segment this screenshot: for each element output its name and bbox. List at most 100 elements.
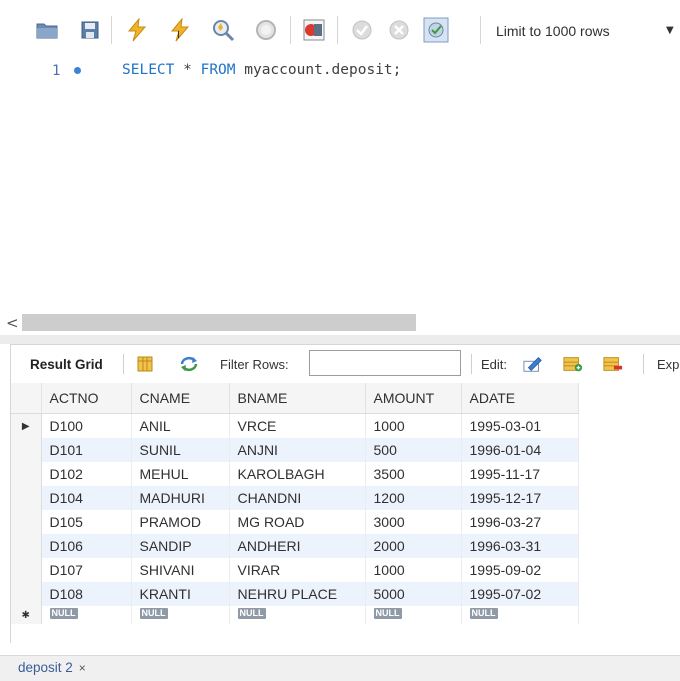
cell-actno[interactable]: D105	[41, 510, 132, 534]
new-row[interactable]: ✱ NULL NULL NULL NULL NULL	[11, 606, 579, 624]
scroll-left-icon[interactable]: <	[6, 314, 19, 332]
row-marker	[11, 462, 42, 486]
explain-icon[interactable]	[210, 17, 236, 43]
execute-current-icon[interactable]: I	[167, 17, 193, 43]
cell-bname[interactable]: VRCE	[229, 413, 366, 438]
cell-actno[interactable]: D104	[41, 486, 132, 510]
toggle-error-icon[interactable]	[301, 17, 327, 43]
scrollbar-thumb[interactable]	[22, 314, 416, 331]
table-row[interactable]: D102 MEHUL KAROLBAGH 3500 1995-11-17	[11, 462, 579, 486]
rollback-icon[interactable]	[386, 17, 412, 43]
cell-cname[interactable]: MADHURI	[131, 486, 230, 510]
commit-icon[interactable]	[349, 17, 375, 43]
limit-rows-select[interactable]: Limit to 1000 rows ▼	[488, 17, 678, 45]
cell-actno[interactable]: D107	[41, 558, 132, 582]
sql-star: *	[174, 62, 201, 78]
cell-bname[interactable]: CHANDNI	[229, 486, 366, 510]
cell-amount[interactable]: 3500	[365, 462, 462, 486]
cell-adate[interactable]: 1996-03-27	[461, 510, 579, 534]
table-row[interactable]: D108 KRANTI NEHRU PLACE 5000 1995-07-02	[11, 582, 579, 606]
column-header-adate[interactable]: ADATE	[461, 383, 579, 414]
add-row-icon[interactable]	[563, 355, 583, 373]
cell-bname[interactable]: MG ROAD	[229, 510, 366, 534]
cell-amount[interactable]: 5000	[365, 582, 462, 606]
cell-actno[interactable]: D100	[41, 413, 132, 438]
result-grid: ACTNO CNAME BNAME AMOUNT ADATE ▶ D100 AN…	[10, 383, 680, 643]
delete-row-icon[interactable]	[603, 355, 623, 373]
cell-adate[interactable]: 1995-09-02	[461, 558, 579, 582]
editor-horizontal-scrollbar[interactable]: <	[0, 311, 680, 333]
cell-amount[interactable]: 1000	[365, 558, 462, 582]
cell-amount[interactable]: 2000	[365, 534, 462, 558]
execute-icon[interactable]	[124, 17, 150, 43]
column-header-cname[interactable]: CNAME	[131, 383, 230, 414]
cell-adate[interactable]: 1995-07-02	[461, 582, 579, 606]
cell-bname[interactable]: ANDHERI	[229, 534, 366, 558]
cell-cname[interactable]: MEHUL	[131, 462, 230, 486]
export-label[interactable]: Exp	[657, 357, 679, 372]
cell-null[interactable]: NULL	[131, 606, 230, 624]
cell-adate[interactable]: 1995-03-01	[461, 413, 579, 438]
cell-cname[interactable]: ANIL	[131, 413, 230, 438]
cell-bname[interactable]: ANJNI	[229, 438, 366, 462]
table-row[interactable]: D101 SUNIL ANJNI 500 1996-01-04	[11, 438, 579, 462]
toolbar-separator	[480, 16, 481, 44]
cell-cname[interactable]: SANDIP	[131, 534, 230, 558]
cell-bname[interactable]: KAROLBAGH	[229, 462, 366, 486]
sql-editor[interactable]: 1 SELECT * FROM myaccount.deposit;	[0, 55, 680, 310]
result-grid-tab[interactable]: Result Grid	[30, 357, 103, 372]
stop-icon[interactable]	[253, 17, 279, 43]
cell-bname[interactable]: NEHRU PLACE	[229, 582, 366, 606]
save-icon[interactable]	[77, 17, 103, 43]
cell-bname[interactable]: VIRAR	[229, 558, 366, 582]
toolbar-separator	[643, 354, 644, 374]
result-toolbar: Result Grid Filter Rows: Edit: Exp	[10, 344, 680, 383]
cell-amount[interactable]: 500	[365, 438, 462, 462]
toolbar-separator	[111, 16, 112, 44]
statement-marker-icon	[74, 67, 81, 74]
cell-adate[interactable]: 1996-03-31	[461, 534, 579, 558]
column-header-amount[interactable]: AMOUNT	[365, 383, 462, 414]
sql-toolbar: I Limit to 1000 rows ▼	[0, 0, 680, 62]
close-icon[interactable]: ×	[79, 661, 86, 675]
cell-cname[interactable]: SHIVANI	[131, 558, 230, 582]
form-view-icon[interactable]	[135, 355, 155, 373]
result-tab-bar: deposit 2 ×	[0, 655, 680, 681]
cell-cname[interactable]: PRAMOD	[131, 510, 230, 534]
table-row[interactable]: ▶ D100 ANIL VRCE 1000 1995-03-01	[11, 413, 579, 438]
table-row[interactable]: D106 SANDIP ANDHERI 2000 1996-03-31	[11, 534, 579, 558]
cell-null[interactable]: NULL	[41, 606, 132, 624]
cell-cname[interactable]: SUNIL	[131, 438, 230, 462]
table-row[interactable]: D107 SHIVANI VIRAR 1000 1995-09-02	[11, 558, 579, 582]
tab-deposit-2[interactable]: deposit 2 ×	[18, 660, 86, 675]
column-header-actno[interactable]: ACTNO	[41, 383, 132, 414]
cell-actno[interactable]: D102	[41, 462, 132, 486]
refresh-icon[interactable]	[179, 355, 199, 373]
cell-cname[interactable]: KRANTI	[131, 582, 230, 606]
cell-actno[interactable]: D101	[41, 438, 132, 462]
cell-adate[interactable]: 1995-12-17	[461, 486, 579, 510]
filter-rows-input[interactable]	[309, 350, 461, 376]
cell-actno[interactable]: D106	[41, 534, 132, 558]
column-header-bname[interactable]: BNAME	[229, 383, 366, 414]
open-folder-icon[interactable]	[34, 17, 60, 43]
null-badge: NULL	[373, 608, 402, 619]
cell-null[interactable]: NULL	[461, 606, 579, 624]
sql-statement[interactable]: SELECT * FROM myaccount.deposit;	[122, 62, 401, 78]
cell-null[interactable]: NULL	[365, 606, 462, 624]
null-badge: NULL	[139, 608, 168, 619]
cell-amount[interactable]: 1200	[365, 486, 462, 510]
edit-row-icon[interactable]	[523, 355, 543, 373]
cell-adate[interactable]: 1995-11-17	[461, 462, 579, 486]
cell-null[interactable]: NULL	[229, 606, 366, 624]
cell-amount[interactable]: 3000	[365, 510, 462, 534]
table-row[interactable]: D105 PRAMOD MG ROAD 3000 1996-03-27	[11, 510, 579, 534]
cell-adate[interactable]: 1996-01-04	[461, 438, 579, 462]
sql-keyword-from: FROM	[200, 62, 236, 78]
panel-divider[interactable]	[0, 335, 680, 344]
table-row[interactable]: D104 MADHURI CHANDNI 1200 1995-12-17	[11, 486, 579, 510]
autocommit-icon[interactable]	[423, 17, 449, 43]
cell-amount[interactable]: 1000	[365, 413, 462, 438]
result-table: ACTNO CNAME BNAME AMOUNT ADATE ▶ D100 AN…	[11, 383, 579, 624]
cell-actno[interactable]: D108	[41, 582, 132, 606]
